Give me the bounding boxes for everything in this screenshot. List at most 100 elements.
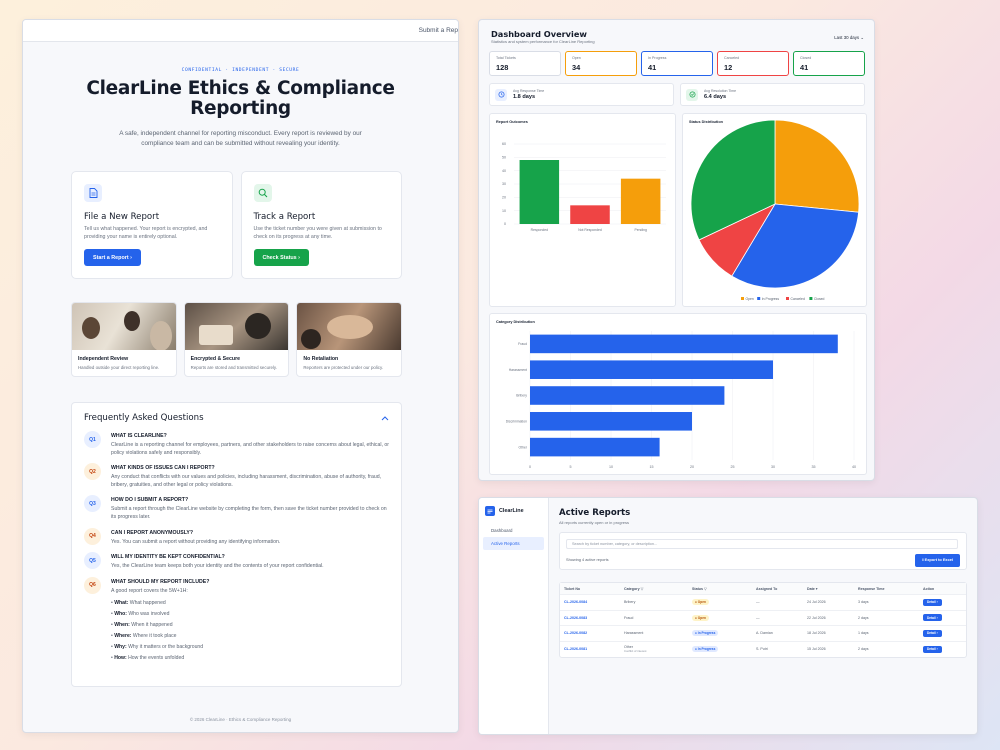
check-status-button[interactable]: Check Status ›: [253, 249, 309, 266]
column-header[interactable]: Date ▾: [803, 587, 854, 591]
metric-value: 6.4 days: [704, 94, 727, 100]
stat-label: In Progress: [648, 56, 667, 60]
export-excel-button[interactable]: ⭳ Export to Excel: [915, 554, 960, 567]
list-item: • When: When it happened: [111, 622, 173, 629]
legend-label: Open: [746, 297, 754, 301]
action-cell: Detail ›: [919, 614, 959, 622]
feature-independent-review: Independent Review Handled outside your …: [71, 302, 177, 377]
stat-label: Closed: [800, 56, 812, 60]
x-tick-label: Not Responded: [578, 228, 602, 232]
legend-swatch: [786, 297, 789, 300]
chart-title: Status Distribution: [689, 120, 723, 124]
metric-cards: Avg Response Time 1.8 days Avg Resolution…: [489, 83, 865, 106]
bar-not-responded: [570, 205, 610, 224]
stat-label: Open: [572, 56, 581, 60]
detail-button[interactable]: Detail ›: [923, 598, 942, 606]
faq-answer: Yes. You can submit a report without pro…: [111, 538, 281, 545]
ticket-number-link[interactable]: CL-2026-0082: [560, 631, 620, 635]
legend-label: Closed: [814, 297, 825, 301]
list-item: • Who: Who was involved: [111, 611, 170, 618]
sidebar-item-active-reports[interactable]: Active Reports: [483, 537, 544, 550]
sidebar-item-dashboard[interactable]: Dashboard: [483, 524, 544, 537]
dashboard-title: Dashboard Overview: [491, 29, 587, 39]
chevron-up-icon[interactable]: [381, 415, 389, 421]
metric-label: Avg Resolution Time: [704, 89, 737, 93]
submit-report-link[interactable]: Submit a Rep: [419, 27, 458, 34]
faq-header[interactable]: Frequently Asked Questions: [84, 405, 389, 431]
bar-discrimination: [530, 412, 692, 431]
faq-item-4: Q4 CAN I REPORT ANONYMOUSLY? Yes. You can…: [84, 527, 389, 547]
status-badge: ● Open: [692, 599, 709, 606]
clock-icon: [495, 88, 507, 101]
y-tick-label: Harassment: [509, 368, 527, 372]
x-tick-label: 40: [852, 465, 856, 469]
date-range-select[interactable]: Last 30 days ⌄: [834, 35, 864, 41]
file-report-title: File a New Report: [84, 212, 160, 222]
faq-question: WHAT KINDS OF ISSUES CAN I REPORT?: [111, 465, 215, 472]
x-tick-label: 10: [609, 465, 613, 469]
search-icon: [253, 184, 272, 202]
feature-title: No Retaliation: [303, 356, 339, 362]
page-subtitle: All reports currently open or in progres…: [559, 520, 630, 525]
track-report-title: Track a Report: [253, 212, 316, 222]
ticket-number-link[interactable]: CL-2026-0081: [560, 647, 620, 651]
y-tick-label: 50: [502, 156, 506, 160]
bar-responded: [519, 160, 560, 224]
x-tick-label: Pending: [634, 228, 647, 232]
column-header[interactable]: Response Time: [854, 587, 919, 591]
metric-label: Avg Response Time: [513, 89, 545, 93]
stat-value: 41: [800, 63, 809, 72]
feature-text: Reports are stored and transmitted secur…: [190, 365, 277, 370]
avg-resolution-card: Avg Resolution Time 6.4 days: [680, 83, 865, 106]
ticket-number-link[interactable]: CL-2026-0084: [560, 600, 620, 604]
category-value: Harassment: [624, 631, 644, 636]
date-cell: 24 Jul 2026: [807, 600, 826, 605]
faq-answer: Submit a report through the ClearLine we…: [111, 506, 387, 520]
file-report-card: File a New Report Tell us what happened.…: [71, 171, 233, 279]
start-report-button[interactable]: Start a Report ›: [84, 249, 141, 266]
top-nav-bar: Submit a Rep: [23, 20, 458, 42]
faq-section: Frequently Asked Questions Q1 WHAT IS CL…: [71, 402, 402, 687]
bar-pending: [620, 178, 661, 224]
clearline-logo-icon: [485, 506, 495, 516]
response-time-cell: 1 days: [858, 631, 869, 636]
legend-swatch: [809, 297, 813, 300]
stat-value: 41: [648, 63, 657, 72]
column-header[interactable]: Category ▽: [620, 587, 688, 591]
ticket-number-link[interactable]: CL-2026-0083: [560, 616, 620, 620]
x-tick-label: 25: [731, 465, 735, 469]
feature-title: Encrypted & Secure: [190, 356, 240, 362]
x-tick-label: Responded: [531, 228, 548, 232]
faq-number: Q2: [84, 463, 101, 481]
detail-button[interactable]: Detail ›: [923, 645, 942, 653]
page-title: Active Reports: [559, 508, 631, 518]
status-badge: ● In Progress: [692, 646, 719, 653]
column-header[interactable]: Status ▽: [688, 587, 752, 591]
response-time-cell: 2 days: [858, 647, 869, 652]
faq-5w1h-list: • What: What happened • Who: Who was inv…: [111, 598, 209, 663]
column-header[interactable]: Ticket No: [560, 587, 620, 591]
faq-number: Q1: [84, 431, 101, 448]
column-header[interactable]: Action: [919, 587, 959, 591]
status-cell: ● Open: [688, 614, 752, 621]
assigned-cell: A. Damian: [756, 631, 773, 636]
stat-card: Canceled 12: [717, 51, 789, 76]
column-header[interactable]: Assigned To: [752, 587, 803, 591]
table-header: Ticket No Category ▽ Status ▽ Assigned To Da…: [560, 583, 966, 595]
detail-button[interactable]: Detail ›: [923, 614, 942, 622]
detail-button[interactable]: Detail ›: [923, 629, 942, 637]
dashboard-panel: Dashboard Overview Statistics and system…: [478, 19, 875, 481]
chart-title: Category Distribution: [496, 320, 535, 324]
table-row: CL-2026-0084 Bribery ● Open — 24 Jul 2026 3 d…: [560, 595, 966, 611]
feature-cards: Independent Review Handled outside your …: [71, 302, 403, 377]
list-item: • Why: Why it matters or the background: [111, 643, 204, 650]
search-input[interactable]: Search by ticket number, category, or de…: [566, 539, 958, 549]
faq-item-3: Q3 HOW DO I SUBMIT A REPORT? Submit a rep…: [84, 495, 389, 521]
y-tick-label: Bribery: [516, 394, 527, 398]
faq-question: HOW DO I SUBMIT A REPORT?: [111, 497, 189, 504]
report-outcomes-chart-card: Report Outcomes 0 10 20 30 40 50 60 Responded No…: [489, 113, 676, 307]
legend-swatch: [757, 297, 761, 300]
x-tick-label: 15: [650, 465, 654, 469]
faq-number: Q6: [84, 576, 101, 594]
table-row: CL-2026-0081 Other Conflict of interest ● I…: [560, 642, 966, 658]
